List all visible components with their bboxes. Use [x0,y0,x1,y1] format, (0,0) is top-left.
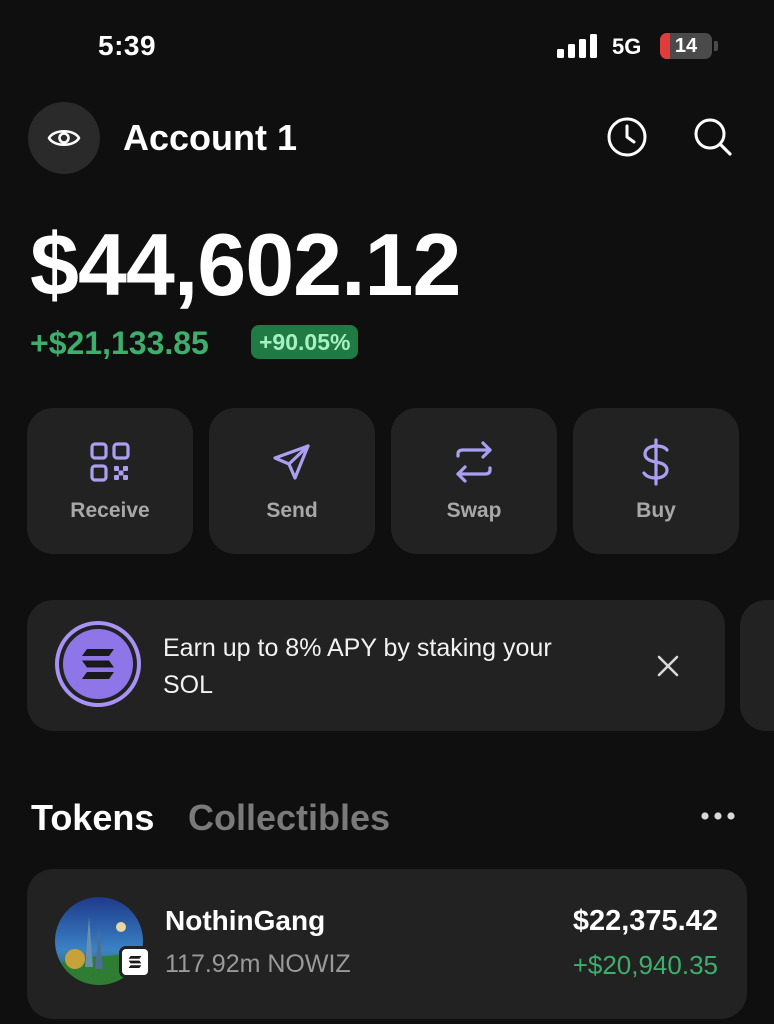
status-time: 5:39 [98,30,157,61]
search-icon[interactable] [692,116,734,158]
clock-icon[interactable] [606,116,648,158]
swap-label: Swap [446,499,502,522]
qr-code-icon [90,442,130,482]
token-value-change: +$20,940.35 [572,950,718,980]
close-icon[interactable] [652,650,684,682]
buy-label: Buy [636,499,676,522]
token-value: $22,375.42 [572,905,718,937]
battery-icon: 14 [660,33,712,59]
total-balance: $44,602.12 [30,215,461,314]
battery-tip [714,41,718,51]
dollar-icon [642,438,669,486]
next-banner-peek[interactable] [740,600,774,731]
tab-tokens[interactable]: Tokens [31,797,154,839]
eye-icon [47,129,81,147]
token-name: NothinGang [165,905,326,936]
send-icon [273,444,310,480]
swap-icon [456,441,492,483]
tab-collectibles[interactable]: Collectibles [188,797,390,839]
send-button[interactable]: Send [209,408,375,554]
token-amount: 117.92m NOWIZ [165,950,351,978]
buy-button[interactable]: Buy [573,408,739,554]
solana-icon [55,621,141,707]
solana-badge-icon [119,946,151,978]
receive-button[interactable]: Receive [27,408,193,554]
staking-banner-text: Earn up to 8% APY by staking your SOL [163,634,552,699]
swap-button[interactable]: Swap [391,408,557,554]
battery-level: 14 [674,35,698,57]
account-name[interactable]: Account 1 [123,117,297,159]
signal-icon [557,34,597,58]
network-type: 5G [612,34,642,59]
send-label: Send [266,499,318,522]
receive-label: Receive [70,499,150,522]
balance-change: +$21,133.85 [30,325,209,361]
more-options-icon[interactable] [698,806,738,826]
balance-change-percent-badge: +90.05% [251,325,359,359]
hide-balance-button[interactable] [28,102,100,174]
